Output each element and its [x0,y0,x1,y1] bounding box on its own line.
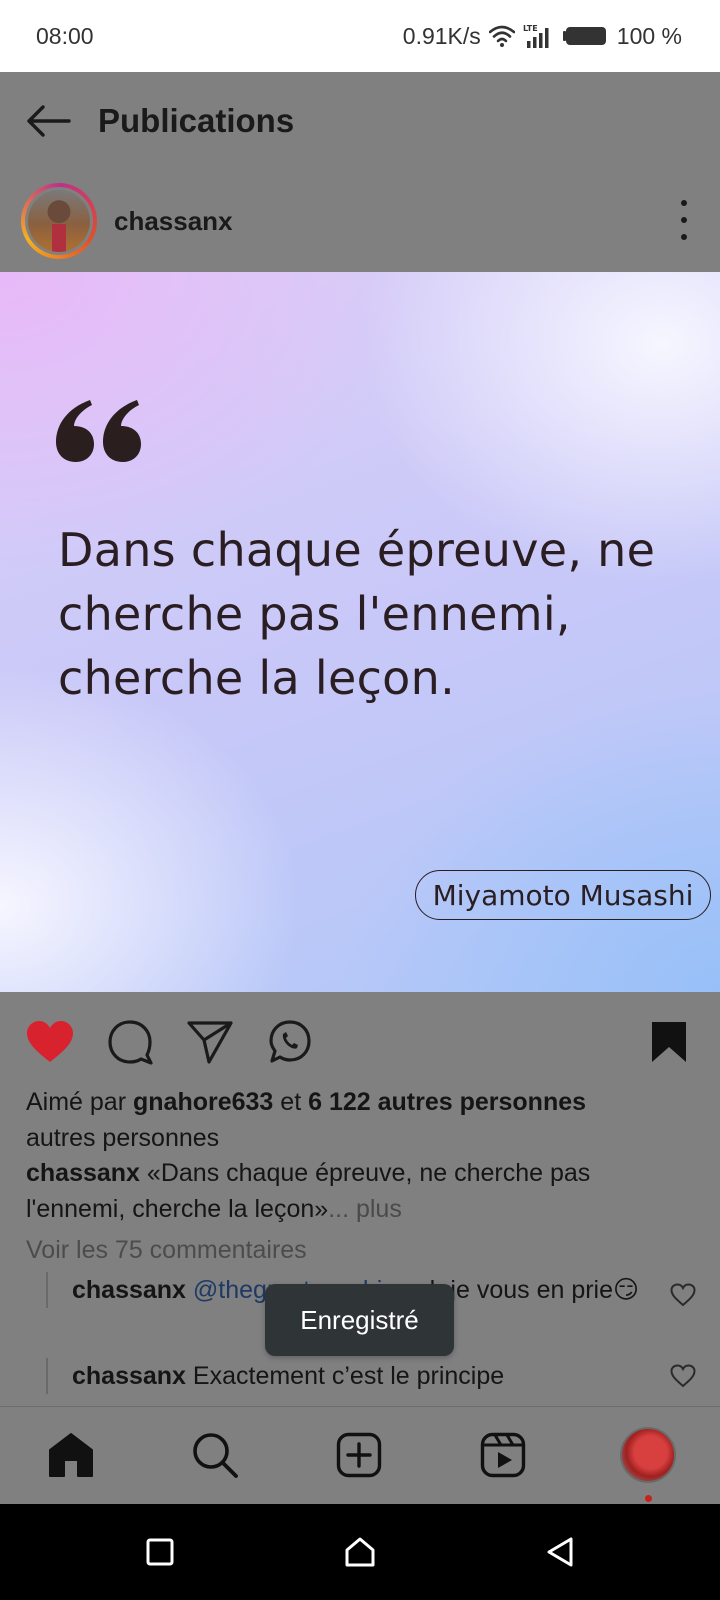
post-caption[interactable]: chassanx «Dans chaque épreuve, ne cherch… [26,1155,686,1227]
system-navigation-bar [0,1504,720,1600]
like-heart-icon[interactable] [26,1018,74,1066]
page-title: Publications [98,102,295,139]
quote-author-pill: Miyamoto Musashi [415,870,711,920]
status-time: 08:00 [36,22,94,49]
avatar-photo [28,190,90,252]
home-circle-icon[interactable] [340,1532,380,1572]
post-author-row: chassanx [0,170,720,272]
share-send-icon[interactable] [186,1018,234,1066]
top-app-bar: Publications [0,72,720,170]
likes-count[interactable]: 6 122 autres personnes [308,1088,586,1116]
reels-icon[interactable] [475,1427,531,1483]
whatsapp-icon[interactable] [266,1018,314,1066]
status-bar: 08:00 0.91K/s LTE 100 % [0,0,720,72]
comment-username[interactable]: chassanx [72,1362,186,1390]
recents-square-icon[interactable] [140,1532,180,1572]
likes-summary[interactable]: Aimé par gnahore633 et 6 122 autres pers… [26,1084,706,1156]
cellular-signal-icon: LTE [523,24,549,48]
post-actions [0,992,720,1088]
save-bookmark-icon[interactable] [645,1018,693,1066]
status-indicators: 0.91K/s LTE 100 % [403,23,682,50]
author-username[interactable]: chassanx [114,206,233,237]
author-avatar[interactable] [21,183,97,259]
home-icon[interactable] [43,1427,99,1483]
likes-connector: et [280,1088,302,1116]
back-triangle-icon[interactable] [540,1532,580,1572]
back-arrow-icon[interactable] [24,97,72,145]
profile-avatar[interactable] [620,1427,676,1483]
notification-dot [645,1495,652,1502]
likes-prefix: Aimé par [26,1088,127,1116]
liker-username[interactable]: gnahore633 [133,1088,273,1116]
bottom-navigation [0,1406,720,1504]
battery-icon [562,27,606,45]
search-icon[interactable] [187,1427,243,1483]
add-post-icon[interactable] [331,1427,387,1483]
caption-username[interactable]: chassanx [26,1159,140,1187]
saved-toast: Enregistré [265,1284,454,1356]
quote-mark-icon [56,400,146,470]
more-options-icon[interactable] [678,200,690,240]
comment-like-heart-icon[interactable] [670,1364,696,1390]
comment-icon[interactable] [106,1018,154,1066]
quote-text: Dans chaque épreuve, ne cherche pas l'en… [58,523,656,705]
network-speed: 0.91K/s [402,22,481,49]
comment-item[interactable]: chassanx Exactement c’est le principe [46,1358,666,1394]
view-comments-link[interactable]: Voir les 75 commentaires [26,1236,307,1265]
caption-more-link[interactable]: ... plus [328,1195,402,1223]
comment-like-heart-icon[interactable] [670,1283,696,1309]
likes-repeat-line: autres personnes [26,1124,220,1152]
lte-label: LTE [523,24,538,33]
wifi-icon [488,25,515,47]
comment-text: Exactement c’est le principe [185,1362,505,1390]
comment-username[interactable]: chassanx [72,1276,186,1304]
battery-percent: 100 % [616,22,682,49]
